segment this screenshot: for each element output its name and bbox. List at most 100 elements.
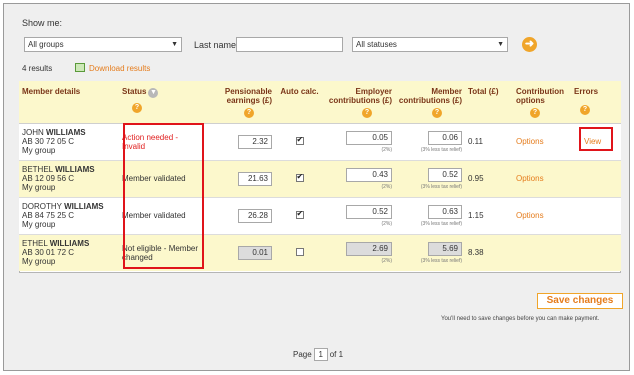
save-changes-button[interactable]: Save changes [537,293,623,309]
page-label: Page [293,350,312,359]
col-status[interactable]: Status ▼ ? [119,81,204,124]
col-total: Total (£) [465,81,513,124]
status-select[interactable]: All statuses ▼ [352,37,508,52]
last-name-input[interactable] [236,37,343,52]
help-icon[interactable]: ? [530,108,540,118]
employer-cell: 0.05 (2%) [324,123,395,161]
spreadsheet-icon [75,63,85,72]
help-icon[interactable]: ? [362,108,372,118]
status-highlight-box [123,123,204,269]
errors-highlight-box [579,127,613,151]
col-employer-contributions: Employer contributions (£) ? [324,81,395,124]
member-details: ETHEL WILLIAMS AB 30 01 72 C My group [19,234,119,271]
table-row: JOHN WILLIAMS AB 30 72 05 C My group Act… [19,123,621,161]
earnings-input[interactable]: 2.32 [238,134,272,149]
total-cell: 0.11 [465,123,513,161]
options-link[interactable]: Options [516,137,544,146]
employer-input[interactable]: 0.52 [346,204,392,219]
col-errors: Errors ? [571,81,621,124]
member-rate-note: (3% less tax relief) [420,183,462,190]
auto-calc-cell [275,197,324,235]
earnings-cell: 0.01 [204,234,275,271]
member-details: BETHEL WILLIAMS AB 12 09 56 C My group [19,160,119,198]
member-details: JOHN WILLIAMS AB 30 72 05 C My group [19,123,119,161]
earnings-input: 0.01 [238,245,272,260]
employer-cell: 2.69 (2%) [324,234,395,271]
help-icon[interactable]: ? [132,103,142,113]
member-input[interactable]: 0.52 [428,167,462,182]
table-row: DOROTHY WILLIAMS AB 84 75 25 C My group … [19,197,621,235]
group-select[interactable]: All groups ▼ [24,37,182,52]
show-me-label: Show me: [22,18,63,28]
auto-calc-checkbox [295,247,304,256]
col-contribution-options: Contribution options ? [513,81,571,124]
employer-input: 2.69 [346,241,392,256]
chevron-down-icon: ▼ [171,41,178,48]
group-select-value: All groups [28,40,64,49]
employer-rate-note: (2%) [381,183,392,190]
options-cell: Options [513,160,571,198]
col-member-contributions: Member contributions (£) ? [395,81,465,124]
employer-input[interactable]: 0.43 [346,167,392,182]
help-icon[interactable]: ? [432,108,442,118]
help-icon[interactable]: ? [580,105,590,115]
employer-cell: 0.52 (2%) [324,197,395,235]
earnings-cell: 2.32 [204,123,275,161]
options-cell: Options [513,197,571,235]
auto-calc-cell [275,123,324,161]
col-member-details: Member details [19,81,119,124]
help-icon[interactable]: ? [244,108,254,118]
chevron-down-icon: ▼ [497,41,504,48]
member-rate-note: (3% less tax relief) [420,257,462,264]
errors-cell [571,234,621,271]
table-row: BETHEL WILLIAMS AB 12 09 56 C My group M… [19,160,621,198]
results-count: 4 results [22,64,53,73]
member-details: DOROTHY WILLIAMS AB 84 75 25 C My group [19,197,119,235]
member-cell: 0.06 (3% less tax relief) [395,123,465,161]
pagination: Page 1 of 1 [293,348,343,361]
download-results-link[interactable]: Download results [89,64,150,73]
save-note: You'll need to save changes before you c… [441,316,600,322]
auto-calc-checkbox[interactable] [295,172,304,182]
col-pensionable-earnings: Pensionable earnings (£) ? [204,81,275,124]
sort-arrow-icon[interactable]: ▼ [148,88,159,98]
earnings-cell: 21.63 [204,160,275,198]
member-input: 5.69 [428,241,462,256]
total-cell: 1.15 [465,197,513,235]
member-input[interactable]: 0.06 [428,130,462,145]
employer-cell: 0.43 (2%) [324,160,395,198]
earnings-input[interactable]: 26.28 [238,208,272,223]
total-cell: 0.95 [465,160,513,198]
go-arrow-icon[interactable]: ➜ [522,37,537,52]
errors-cell [571,160,621,198]
member-rate-note: (3% less tax relief) [420,146,462,153]
options-link[interactable]: Options [516,211,544,220]
total-cell: 8.38 [465,234,513,271]
auto-calc-checkbox[interactable] [295,209,304,219]
member-cell: 0.52 (3% less tax relief) [395,160,465,198]
status-select-value: All statuses [356,40,397,49]
options-cell [513,234,571,271]
auto-calc-cell [275,234,324,271]
page-of-label: of 1 [329,350,344,359]
options-cell: Options [513,123,571,161]
earnings-input[interactable]: 21.63 [238,171,272,186]
member-rate-note: (3% less tax relief) [420,220,462,227]
errors-cell [571,197,621,235]
employer-rate-note: (2%) [381,257,392,264]
last-name-label: Last name [194,40,237,50]
auto-calc-cell [275,160,324,198]
main-panel: Show me: All groups ▼ Last name All stat… [3,3,630,371]
earnings-cell: 26.28 [204,197,275,235]
options-link[interactable]: Options [516,174,544,183]
table-row: ETHEL WILLIAMS AB 30 01 72 C My group No… [19,234,621,271]
employer-rate-note: (2%) [381,220,392,227]
results-table: Member details Status ▼ ? Pensionable ear… [19,81,621,271]
page-number-input[interactable]: 1 [313,348,328,361]
col-auto-calc: Auto calc. [275,81,324,124]
employer-input[interactable]: 0.05 [346,130,392,145]
member-cell: 5.69 (3% less tax relief) [395,234,465,271]
member-input[interactable]: 0.63 [428,204,462,219]
employer-rate-note: (2%) [381,146,392,153]
auto-calc-checkbox[interactable] [295,135,304,145]
